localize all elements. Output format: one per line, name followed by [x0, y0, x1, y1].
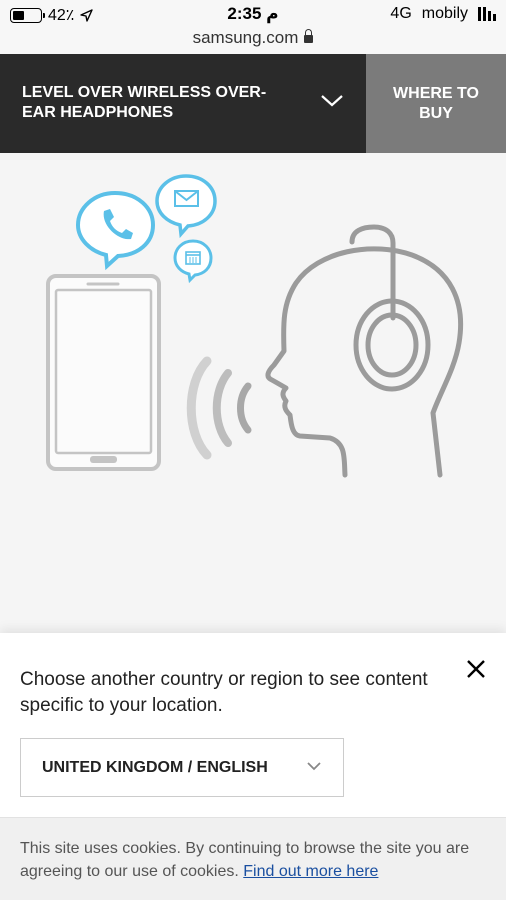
- url-text: samsung.com: [192, 28, 299, 47]
- cookie-text: This site uses cookies. By continuing to…: [20, 837, 480, 883]
- calendar-bubble-icon: [173, 239, 213, 284]
- chevron-down-icon: [321, 95, 343, 107]
- lock-icon: [304, 29, 314, 43]
- selected-country: UNITED KINGDOM / ENGLISH: [42, 758, 268, 776]
- product-navigation: LEVEL OVER WIRELESS OVER-EAR HEADPHONES …: [0, 54, 506, 153]
- close-icon[interactable]: [464, 657, 488, 681]
- network-type: 4G: [390, 5, 412, 22]
- country-selector-panel: Choose another country or region to see …: [0, 633, 506, 817]
- url-bar[interactable]: samsung.com: [0, 28, 506, 54]
- signal-icon: [478, 7, 496, 21]
- product-title-dropdown[interactable]: LEVEL OVER WIRELESS OVER-EAR HEADPHONES: [0, 54, 366, 153]
- where-to-buy-button[interactable]: WHERE TO BUY: [366, 54, 506, 153]
- product-title: LEVEL OVER WIRELESS OVER-EAR HEADPHONES: [22, 84, 267, 121]
- smartphone-icon: [46, 274, 161, 471]
- country-message: Choose another country or region to see …: [20, 669, 428, 716]
- phone-headphones-illustration: [46, 174, 464, 478]
- cookie-notice: This site uses cookies. By continuing to…: [0, 817, 506, 900]
- country-select[interactable]: UNITED KINGDOM / ENGLISH: [20, 738, 344, 797]
- mail-bubble-icon: [155, 174, 217, 239]
- find-out-more-link[interactable]: Find out more here: [243, 863, 378, 880]
- phone-call-bubble-icon: [75, 190, 156, 271]
- status-bar: 42٪ 2:35 م 4G mobily: [0, 0, 506, 28]
- head-headphones-icon: [265, 224, 464, 478]
- carrier-name: mobily: [421, 5, 468, 22]
- hero-illustration: [0, 153, 506, 633]
- status-right: 4G mobily: [390, 5, 496, 23]
- sound-waves-icon: [186, 356, 252, 460]
- chevron-down-icon: [307, 762, 321, 771]
